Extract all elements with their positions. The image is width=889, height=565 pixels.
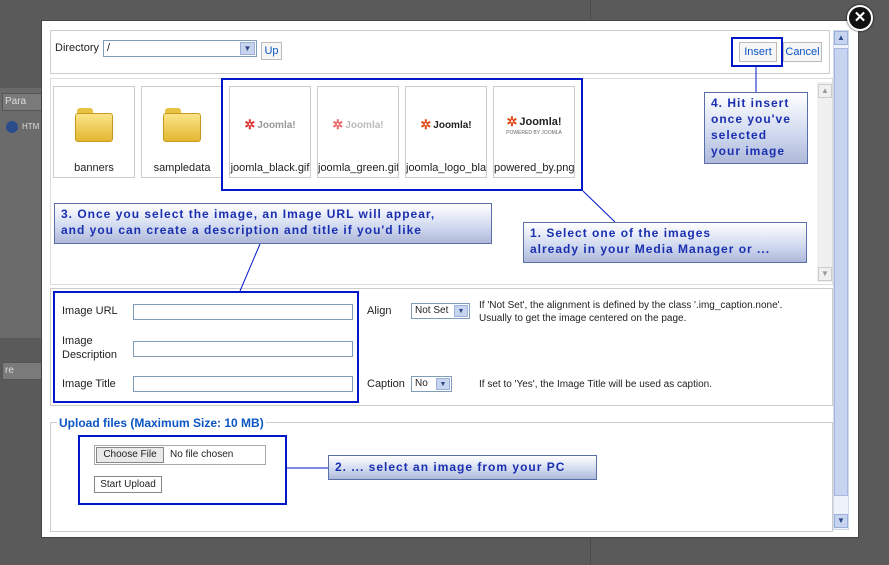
callout-step-4-line-2: once you've: [711, 112, 791, 126]
folder-icon: [163, 108, 201, 142]
modal-scrollbar-thumb[interactable]: [834, 48, 848, 496]
highlight-form-fields: [53, 291, 359, 403]
directory-select[interactable]: / ▼: [103, 40, 257, 57]
upload-legend: Upload files (Maximum Size: 10 MB): [57, 416, 266, 430]
callout-step-1-line-1: 1. Select one of the images: [530, 226, 712, 240]
scroll-up-icon[interactable]: ▲: [834, 31, 848, 45]
chevron-down-icon: ▼: [240, 42, 255, 55]
align-note-1: If 'Not Set', the alignment is defined b…: [479, 300, 783, 311]
callout-step-2-text: 2. ... select an image from your PC: [335, 460, 566, 474]
callout-step-3: 3. Once you select the image, an Image U…: [54, 203, 492, 244]
directory-value: /: [107, 42, 111, 54]
callout-step-3-line-1: 3. Once you select the image, an Image U…: [61, 207, 436, 221]
caption-select[interactable]: No ▼: [411, 376, 452, 392]
chevron-down-icon: ▼: [454, 305, 468, 317]
folder-tile-banners[interactable]: banners: [53, 86, 135, 178]
callout-step-3-line-2: and you can create a description and tit…: [61, 223, 422, 237]
folder-icon: [75, 108, 113, 142]
scroll-down-icon[interactable]: ▼: [834, 514, 848, 528]
highlight-insert-button: [731, 37, 783, 67]
caption-label: Caption: [367, 378, 405, 390]
background-html-text: HTM: [22, 122, 40, 131]
up-button[interactable]: Up: [261, 42, 282, 60]
chevron-down-icon: ▼: [436, 378, 450, 390]
cancel-button[interactable]: Cancel: [783, 42, 822, 62]
callout-step-4-line-1: 4. Hit insert: [711, 96, 790, 110]
callout-step-4-line-3: selected: [711, 128, 768, 142]
background-re-button: re: [2, 362, 42, 380]
callout-step-4-line-4: your image: [711, 144, 786, 158]
image-browser-scrollbar[interactable]: [817, 82, 832, 282]
callout-step-1-line-2: already in your Media Manager or ...: [530, 242, 771, 256]
callout-step-2: 2. ... select an image from your PC: [328, 455, 597, 480]
highlight-upload: [78, 435, 287, 505]
close-icon[interactable]: ✕: [847, 5, 873, 31]
callout-step-4: 4. Hit insert once you've selected your …: [704, 92, 808, 164]
align-note-2: Usually to get the image centered on the…: [479, 313, 687, 324]
align-value: Not Set: [415, 305, 449, 316]
background-help-icon: [6, 121, 18, 133]
folder-tile-sampledata[interactable]: sampledata: [141, 86, 223, 178]
tile-label: banners: [74, 162, 114, 174]
image-scroll-up-icon[interactable]: ▲: [818, 84, 832, 98]
directory-label: Directory: [55, 42, 100, 54]
highlight-image-tiles: [221, 78, 583, 191]
image-scroll-down-icon[interactable]: ▼: [818, 267, 832, 281]
background-para-select: Para: [2, 93, 42, 111]
caption-value: No: [415, 378, 428, 389]
align-select[interactable]: Not Set ▼: [411, 303, 470, 319]
align-label: Align: [367, 305, 392, 317]
tile-label: sampledata: [153, 162, 211, 174]
callout-step-1: 1. Select one of the images already in y…: [523, 222, 807, 263]
caption-note: If set to 'Yes', the Image Title will be…: [479, 379, 713, 390]
